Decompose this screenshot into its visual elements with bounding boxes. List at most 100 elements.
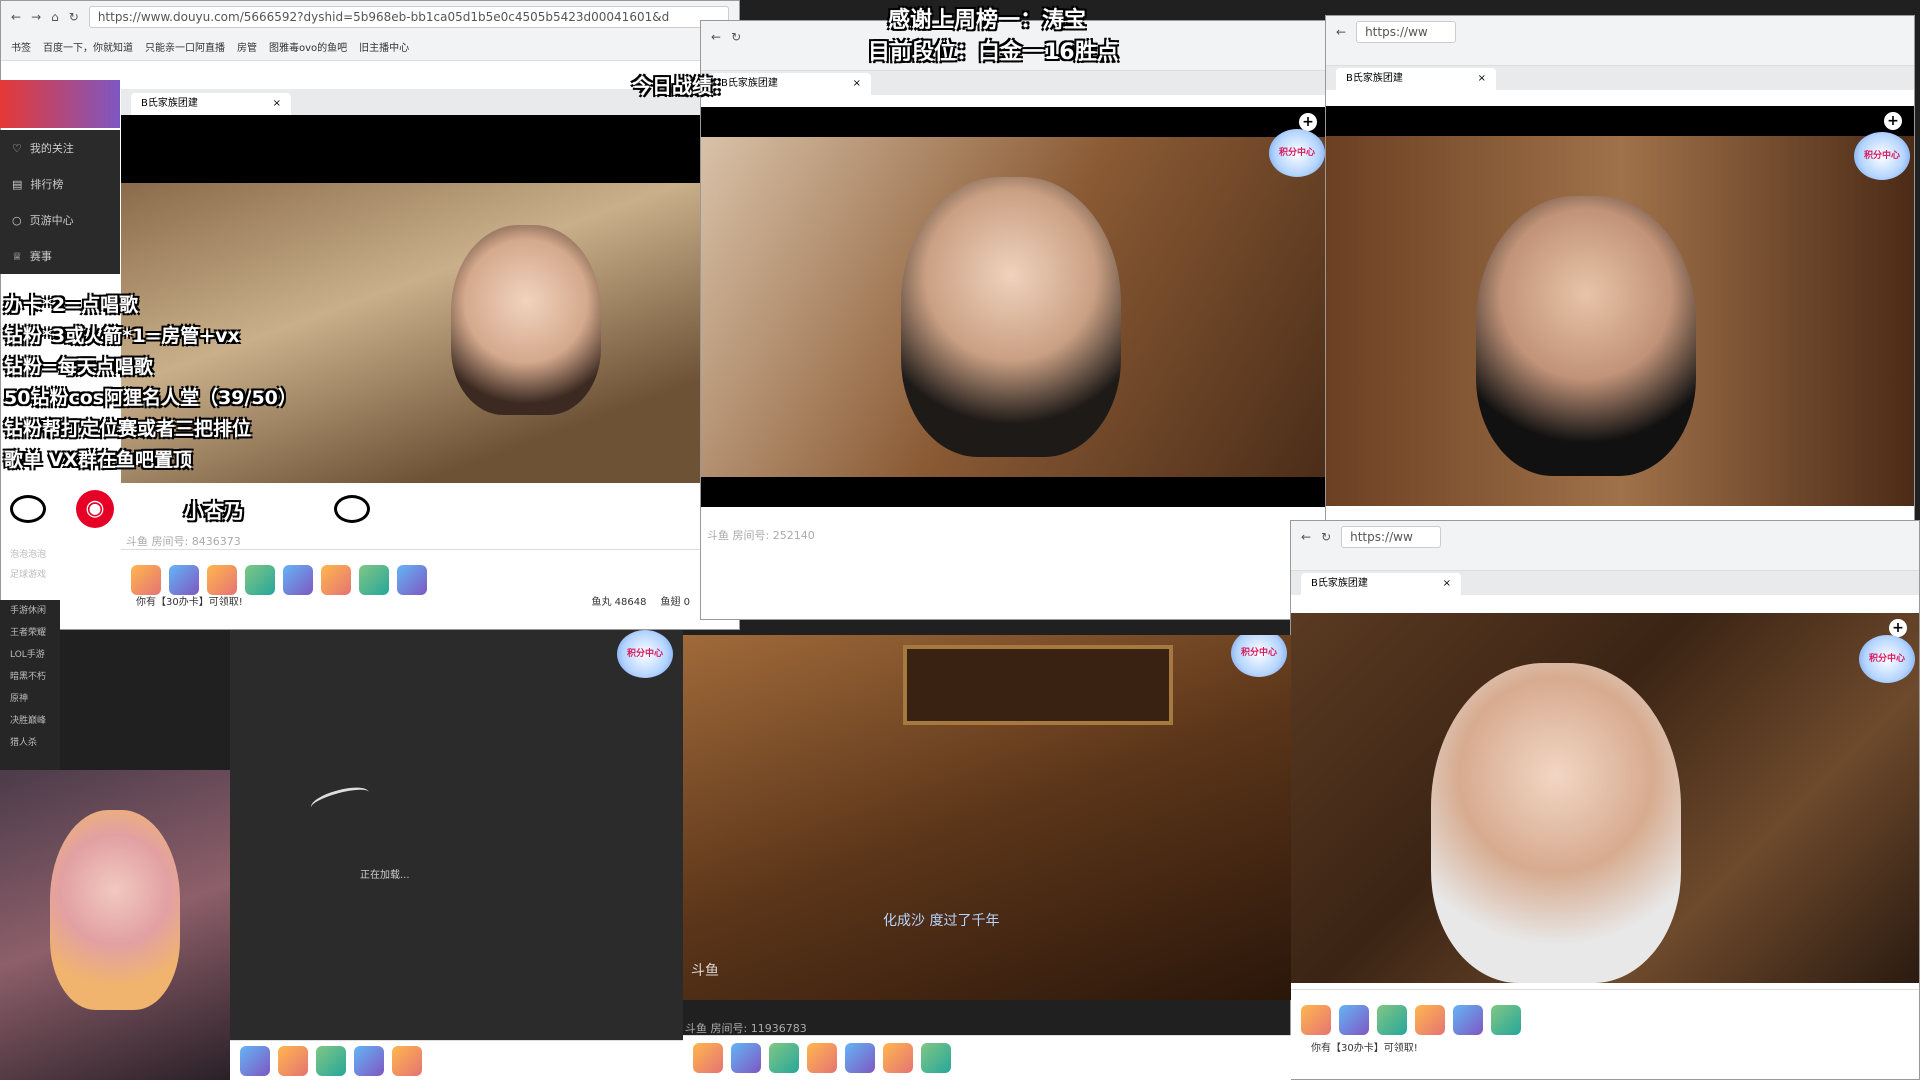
gift-icon[interactable]: [807, 1043, 837, 1073]
category-item[interactable]: 猎人杀: [10, 732, 60, 754]
stream-video-4[interactable]: + 积分中心: [1291, 613, 1919, 983]
reload-icon[interactable]: ↻: [1321, 530, 1331, 544]
promo-row: 你有【30办卡】可领取! 鱼丸 48648 鱼翅 0 充值: [136, 593, 736, 608]
gift-icon[interactable]: [883, 1043, 913, 1073]
chat-icon: [10, 495, 46, 523]
home-icon[interactable]: ⌂: [51, 10, 59, 24]
stream-video-3[interactable]: + 积分中心: [1326, 106, 1914, 506]
gift-icon[interactable]: [278, 1045, 308, 1076]
gift-icon[interactable]: [921, 1043, 951, 1073]
sidebar-item-events[interactable]: ♕ 赛事: [0, 238, 120, 274]
loading-text: 正在加载...: [360, 870, 410, 881]
sidebar-item-games[interactable]: ○ 页游中心: [0, 202, 120, 238]
rule-line: 50钻粉cos阿狸名人堂（39/50）: [4, 387, 297, 409]
back-icon[interactable]: ←: [1336, 25, 1346, 39]
sidebar-item-follow[interactable]: ♡ 我的关注: [0, 130, 120, 166]
back-icon[interactable]: ←: [711, 30, 721, 44]
sidebar-banner: [0, 80, 120, 128]
back-icon[interactable]: ←: [11, 10, 21, 24]
points-badge[interactable]: 积分中心: [1854, 132, 1910, 180]
webcam-feed: [0, 770, 230, 1080]
tab-room[interactable]: B氏家族团建 ×: [1336, 68, 1496, 90]
gift-icon[interactable]: [845, 1043, 875, 1073]
bookmark-item[interactable]: 房管: [237, 39, 257, 54]
tab-room[interactable]: B氏家族团建 ×: [131, 93, 291, 115]
streamer-name: 小杏乃: [184, 498, 244, 523]
url-bar[interactable]: https://www.douyu.com/5666592?dyshid=5b9…: [88, 6, 729, 28]
gift-icon[interactable]: [1377, 1004, 1407, 1035]
gift-icon[interactable]: [316, 1045, 346, 1076]
category-item[interactable]: 手游休闲: [10, 600, 60, 622]
gift-icon[interactable]: [283, 564, 313, 595]
category-item[interactable]: 王者荣耀: [10, 622, 60, 644]
close-icon[interactable]: ×: [853, 73, 861, 95]
douyu-logo-icon: [308, 782, 372, 818]
gift-bar: [230, 1040, 683, 1080]
heart-icon: ♡: [12, 141, 22, 155]
nav-row: ← https://ww: [1326, 16, 1914, 48]
gift-icon[interactable]: [354, 1045, 384, 1076]
category-item[interactable]: 原神: [10, 688, 60, 710]
gift-icon[interactable]: [1453, 1004, 1483, 1035]
gift-icon[interactable]: [169, 564, 199, 595]
add-icon[interactable]: +: [1889, 619, 1907, 637]
nav-row: ← ↻ https://ww: [1291, 521, 1919, 553]
url-bar[interactable]: https://ww: [1356, 21, 1457, 43]
gift-icon[interactable]: [1415, 1004, 1445, 1035]
category-item[interactable]: LOL手游: [10, 644, 60, 666]
gift-icon[interactable]: [392, 1045, 422, 1076]
mini-item[interactable]: 泡泡泡泡: [10, 545, 60, 565]
tab-room[interactable]: B氏家族团建 ×: [1301, 573, 1461, 595]
reload-icon[interactable]: ↻: [731, 30, 741, 44]
gift-icon[interactable]: [359, 564, 389, 595]
room-number: 斗鱼 房间号: 11936783: [685, 1022, 807, 1035]
gift-icon[interactable]: [731, 1043, 761, 1073]
left-mini-list: 泡泡泡泡 足球游戏: [0, 545, 60, 585]
bookmark-item[interactable]: 书签: [11, 39, 31, 54]
url-bar[interactable]: https://ww: [1341, 526, 1442, 548]
gift-icon[interactable]: [1491, 1004, 1521, 1035]
back-icon[interactable]: ←: [1301, 530, 1311, 544]
add-icon[interactable]: +: [1884, 112, 1902, 130]
forward-icon[interactable]: →: [31, 10, 41, 24]
bookmark-item[interactable]: 旧主播中心: [359, 39, 409, 54]
points-badge[interactable]: 积分中心: [1859, 635, 1915, 683]
task-hall-icon[interactable]: [1301, 1004, 1331, 1035]
close-icon[interactable]: ×: [273, 93, 281, 115]
gift-icon[interactable]: [397, 564, 427, 595]
lyric-subtitle: 化成沙 度过了千年: [883, 913, 1000, 929]
trophy-icon: ♕: [12, 249, 22, 263]
gift-icon[interactable]: [207, 564, 237, 595]
gift-icon[interactable]: [1339, 1004, 1369, 1035]
gift-icon[interactable]: [240, 1045, 270, 1076]
points-badge[interactable]: 积分中心: [1269, 129, 1325, 177]
promo-text[interactable]: 你有【30办卡】可领取!: [1311, 1043, 1418, 1054]
reload-icon[interactable]: ↻: [69, 10, 79, 24]
bookmark-item[interactable]: 百度一下，你就知道: [43, 39, 133, 54]
gift-icon[interactable]: [245, 564, 275, 595]
sidebar-item-label: 页游中心: [29, 214, 74, 227]
points-badge[interactable]: 积分中心: [617, 630, 673, 678]
points-badge[interactable]: 积分中心: [1231, 635, 1287, 677]
promo-text[interactable]: 你有【30办卡】可领取!: [136, 593, 243, 608]
stream-video-5[interactable]: 化成沙 度过了千年 斗鱼 积分中心: [683, 635, 1291, 1000]
close-icon[interactable]: ×: [1443, 573, 1451, 595]
category-item[interactable]: 暗黑不朽: [10, 666, 60, 688]
category-item[interactable]: 决胜巅峰: [10, 710, 60, 732]
bookmark-item[interactable]: 只能亲一口阿直播: [145, 39, 225, 54]
gift-icon[interactable]: [321, 564, 351, 595]
gift-icon[interactable]: [769, 1043, 799, 1073]
close-icon[interactable]: ×: [1478, 68, 1486, 90]
stream-video-2[interactable]: + 积分中心: [701, 107, 1329, 507]
room-number: 斗鱼 房间号: 8436373: [126, 535, 241, 548]
mini-item[interactable]: 足球游戏: [10, 565, 60, 585]
task-hall-icon[interactable]: [693, 1043, 723, 1073]
bookmarks-bar: 书签 百度一下，你就知道 只能亲一口阿直播 房管 图雅毒ovo的鱼吧 旧主播中心: [1, 33, 739, 59]
add-icon[interactable]: +: [1299, 113, 1317, 131]
rule-line: 歌单 VX群在鱼吧置顶: [4, 449, 192, 471]
task-hall-icon[interactable]: [131, 564, 161, 595]
bookmark-item[interactable]: 图雅毒ovo的鱼吧: [269, 39, 347, 54]
sidebar-item-rank[interactable]: ▤ 排行榜: [0, 166, 120, 202]
tab-room[interactable]: B氏家族团建 ×: [711, 73, 871, 95]
sidebar-item-label: 我的关注: [29, 142, 74, 155]
